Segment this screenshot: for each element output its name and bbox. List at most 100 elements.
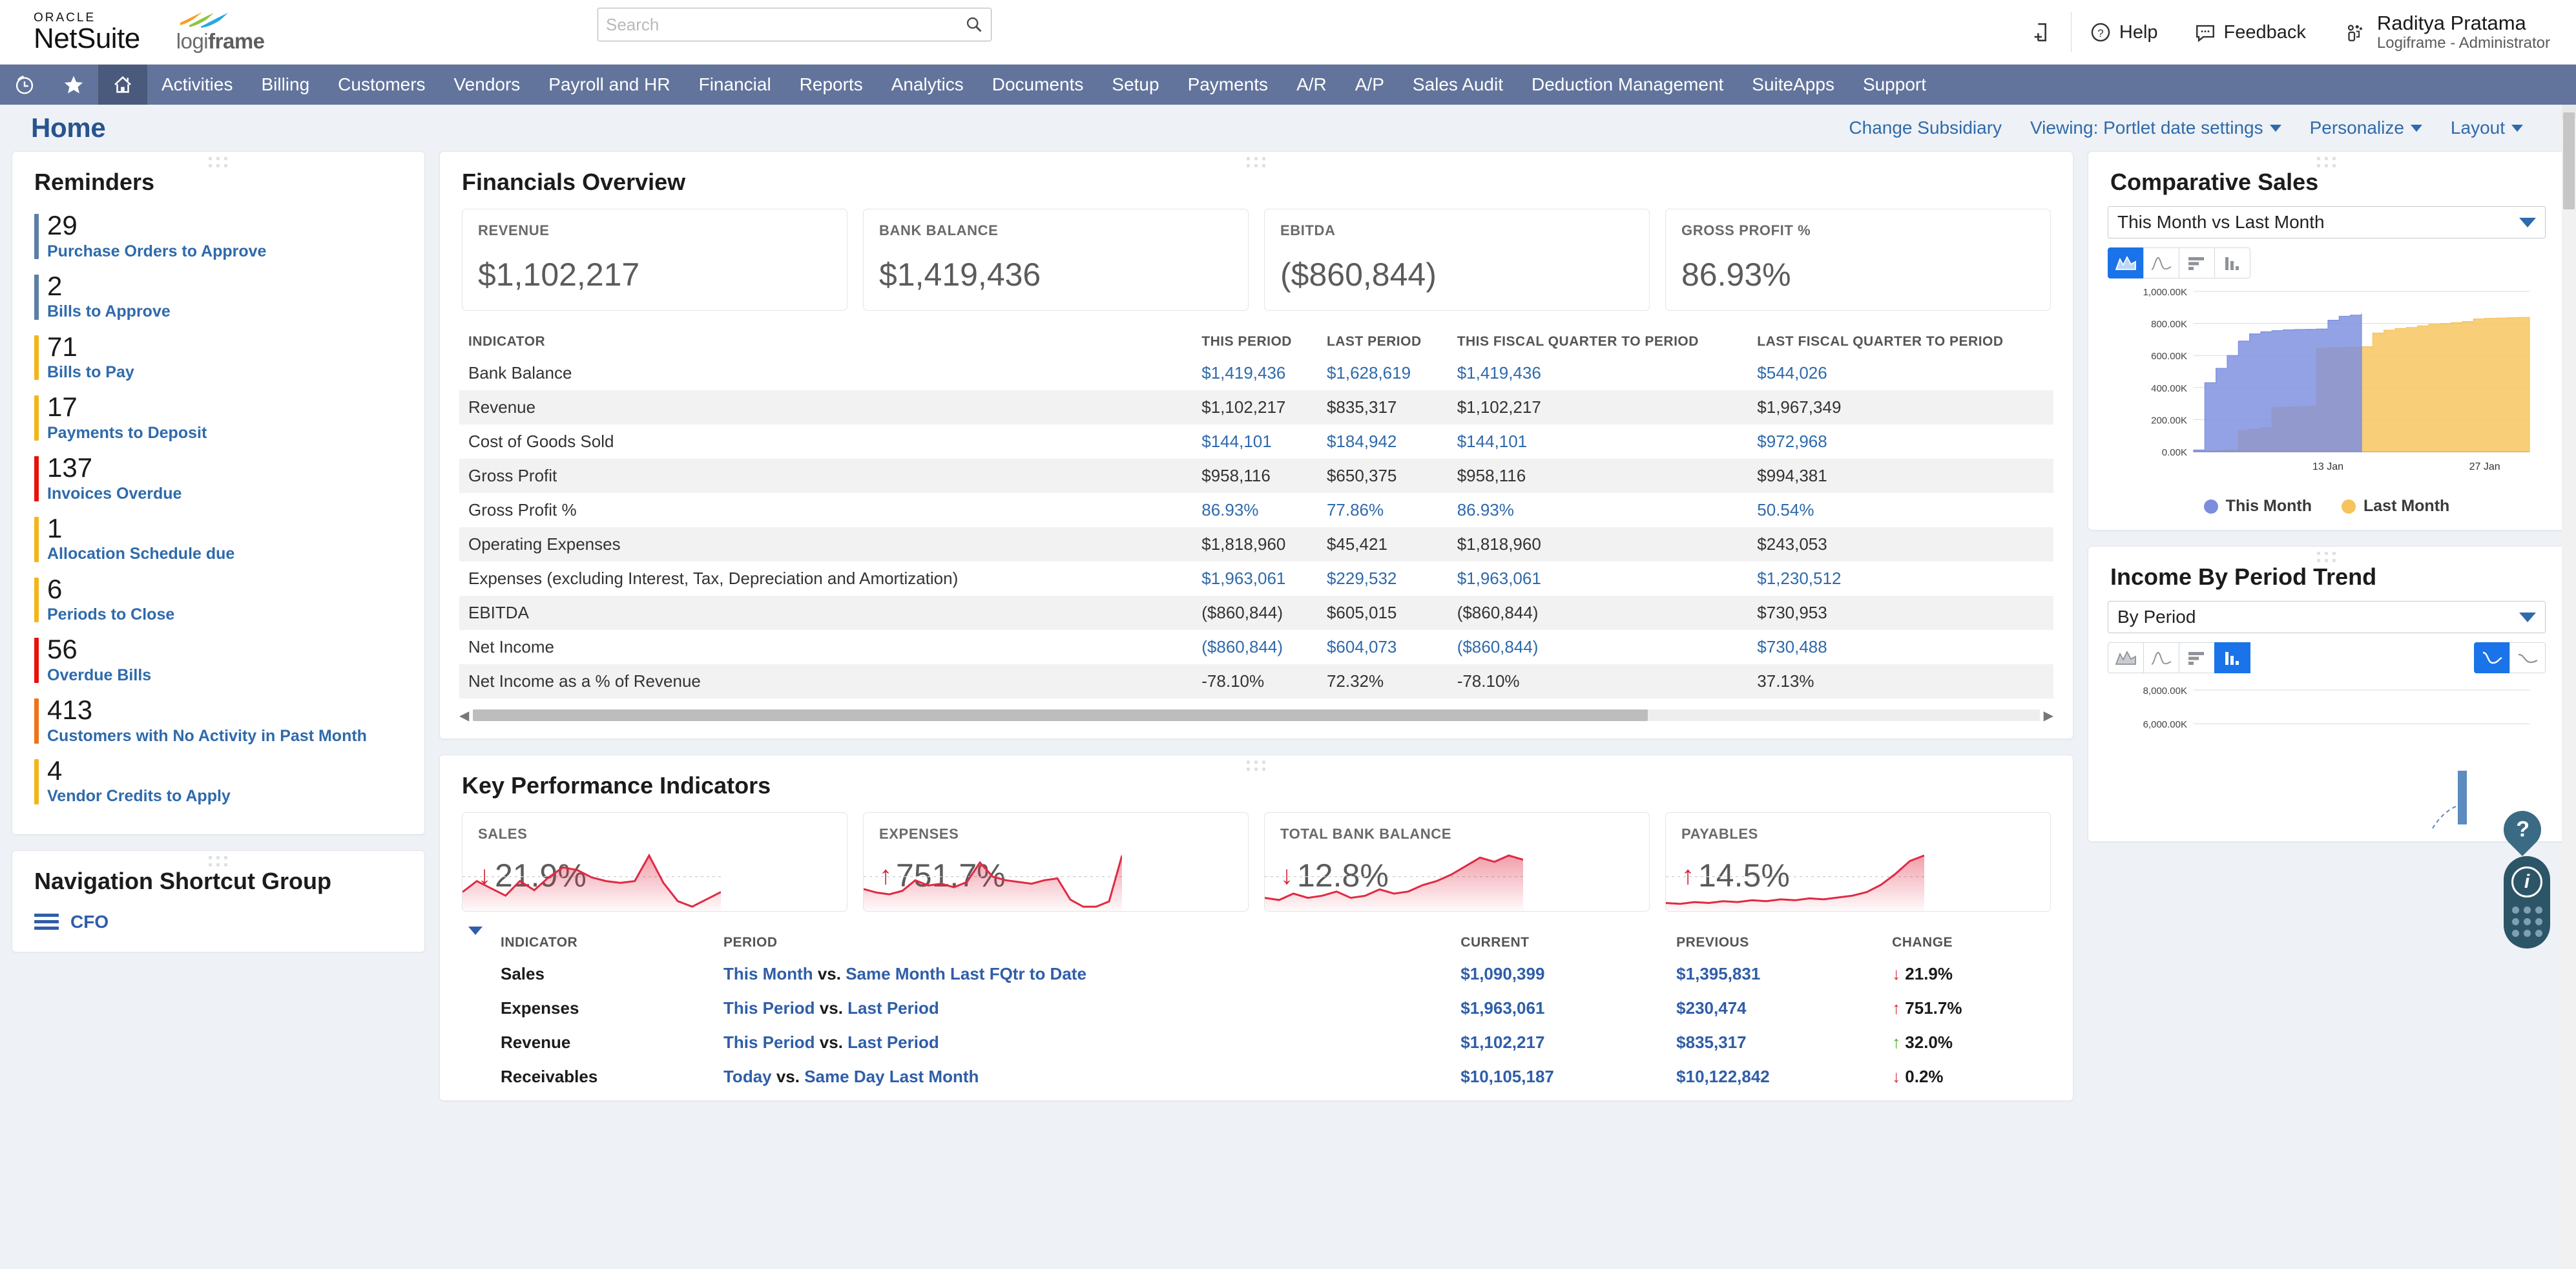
cell-this-fiscal-quarter[interactable]: ($860,844) xyxy=(1448,596,1749,630)
column-header[interactable]: THIS PERIOD xyxy=(1192,328,1318,356)
page-vertical-scrollbar[interactable] xyxy=(2562,105,2576,1269)
cell-this-fiscal-quarter[interactable]: $958,116 xyxy=(1448,459,1749,493)
cell-last-period[interactable]: $650,375 xyxy=(1318,459,1448,493)
reminder-label[interactable]: Payments to Deposit xyxy=(47,423,402,443)
header-link-layout[interactable]: Layout xyxy=(2436,118,2537,138)
column-header[interactable]: INDICATOR xyxy=(459,328,1192,356)
horizontal-bar-chart-icon[interactable] xyxy=(2179,247,2215,278)
cell-last-fiscal-quarter[interactable]: $730,953 xyxy=(1748,596,2053,630)
column-header[interactable]: PERIOD xyxy=(714,928,1451,957)
kpi-row-current[interactable]: $1,102,217 xyxy=(1451,1025,1667,1060)
drag-handle-icon[interactable] xyxy=(209,855,228,866)
cell-this-period[interactable]: -78.10% xyxy=(1192,664,1318,698)
nav-item-reports[interactable]: Reports xyxy=(785,65,877,105)
drag-handle-icon[interactable] xyxy=(209,157,228,167)
cell-last-period[interactable]: $45,421 xyxy=(1318,527,1448,561)
nav-item-suiteapps[interactable]: SuiteApps xyxy=(1738,65,1849,105)
comparative-sales-period-select[interactable]: This Month vs Last Month xyxy=(2108,206,2546,238)
cell-last-fiscal-quarter[interactable]: $972,968 xyxy=(1748,425,2053,459)
cell-this-fiscal-quarter[interactable]: 86.93% xyxy=(1448,493,1749,527)
column-chart-icon[interactable] xyxy=(2214,247,2250,278)
drag-handle-icon[interactable] xyxy=(2317,157,2336,167)
reminder-item[interactable]: 6 Periods to Close xyxy=(34,574,402,625)
sort-column-header[interactable] xyxy=(459,927,492,957)
shortcut-group-cfo[interactable]: CFO xyxy=(12,899,424,952)
smooth-curve-icon[interactable] xyxy=(2474,642,2510,673)
search-icon[interactable] xyxy=(965,16,983,34)
cell-last-period[interactable]: $604,073 xyxy=(1318,630,1448,664)
nav-item-payroll-and-hr[interactable]: Payroll and HR xyxy=(534,65,684,105)
cell-last-period[interactable]: $835,317 xyxy=(1318,390,1448,425)
cell-last-fiscal-quarter[interactable]: $1,230,512 xyxy=(1748,561,2053,596)
legend-item[interactable]: This Month xyxy=(2203,497,2312,516)
flat-curve-icon[interactable] xyxy=(2509,642,2546,673)
cell-last-period[interactable]: $184,942 xyxy=(1318,425,1448,459)
grid-menu-icon[interactable] xyxy=(2511,907,2542,937)
cell-last-fiscal-quarter[interactable]: $544,026 xyxy=(1748,356,2053,390)
reminder-item[interactable]: 56 Overdue Bills xyxy=(34,635,402,686)
period-link-b[interactable]: Last Period xyxy=(847,1033,939,1052)
nav-item-financial[interactable]: Financial xyxy=(685,65,785,105)
reminder-label[interactable]: Allocation Schedule due xyxy=(47,544,402,564)
period-link-a[interactable]: This Period xyxy=(723,1033,815,1052)
nav-item-documents[interactable]: Documents xyxy=(978,65,1098,105)
kpi-row-previous[interactable]: $835,317 xyxy=(1667,1025,1883,1060)
scroll-thumb[interactable] xyxy=(473,709,1648,721)
header-link-change-subsidiary[interactable]: Change Subsidiary xyxy=(1834,118,2016,138)
cell-this-period[interactable]: ($860,844) xyxy=(1192,630,1318,664)
cell-this-period[interactable]: $1,818,960 xyxy=(1192,527,1318,561)
cell-this-fiscal-quarter[interactable]: $1,419,436 xyxy=(1448,356,1749,390)
legend-item[interactable]: Last Month xyxy=(2341,497,2449,516)
kpi-row-period[interactable]: Today vs. Same Day Last Month xyxy=(714,1060,1451,1094)
drag-handle-icon[interactable] xyxy=(2317,552,2336,562)
header-link-viewing-portlet-date-settings[interactable]: Viewing: Portlet date settings xyxy=(2016,118,2296,138)
reminder-item[interactable]: 29 Purchase Orders to Approve xyxy=(34,211,402,262)
cell-last-fiscal-quarter[interactable]: $994,381 xyxy=(1748,459,2053,493)
cell-this-period[interactable]: ($860,844) xyxy=(1192,596,1318,630)
shortcut-add-button[interactable] xyxy=(2013,21,2071,43)
cell-this-period[interactable]: $958,116 xyxy=(1192,459,1318,493)
area-chart-icon[interactable] xyxy=(2108,642,2144,673)
column-header[interactable]: LAST PERIOD xyxy=(1318,328,1448,356)
nav-item-billing[interactable]: Billing xyxy=(247,65,324,105)
period-link-b[interactable]: Same Day Last Month xyxy=(804,1067,979,1086)
column-header[interactable]: THIS FISCAL QUARTER TO PERIOD xyxy=(1448,328,1749,356)
info-panel-launcher[interactable]: i xyxy=(2504,856,2550,949)
search-input[interactable] xyxy=(606,14,965,35)
reminder-item[interactable]: 17 Payments to Deposit xyxy=(34,393,402,443)
cell-last-fiscal-quarter[interactable]: 50.54% xyxy=(1748,493,2053,527)
reminder-label[interactable]: Vendor Credits to Apply xyxy=(47,786,402,806)
cell-this-period[interactable]: $1,963,061 xyxy=(1192,561,1318,596)
header-link-personalize[interactable]: Personalize xyxy=(2296,118,2436,138)
cell-last-period[interactable]: 77.86% xyxy=(1318,493,1448,527)
user-menu[interactable]: Raditya Pratama Logiframe - Administrato… xyxy=(2324,12,2550,52)
line-chart-icon[interactable] xyxy=(2143,247,2179,278)
global-search[interactable] xyxy=(597,8,992,41)
period-link-a[interactable]: This Period xyxy=(723,998,815,1018)
kpi-card[interactable]: TOTAL BANK BALANCE ↓ 12.8% xyxy=(1264,812,1650,912)
kpi-row-current[interactable]: $1,090,399 xyxy=(1451,957,1667,991)
reminder-label[interactable]: Periods to Close xyxy=(47,605,402,625)
financial-kpi-card[interactable]: BANK BALANCE $1,419,436 xyxy=(863,209,1249,311)
financial-kpi-card[interactable]: REVENUE $1,102,217 xyxy=(462,209,847,311)
cell-this-period[interactable]: $1,419,436 xyxy=(1192,356,1318,390)
horizontal-bar-chart-icon[interactable] xyxy=(2179,642,2215,673)
nav-item-support[interactable]: Support xyxy=(1849,65,1940,105)
scroll-left-icon[interactable]: ◀ xyxy=(459,708,469,724)
cell-this-period[interactable]: $1,102,217 xyxy=(1192,390,1318,425)
kpi-card[interactable]: SALES ↓ 21.9% xyxy=(462,812,847,912)
scroll-thumb[interactable] xyxy=(2563,112,2575,209)
reminder-item[interactable]: 71 Bills to Pay xyxy=(34,332,402,383)
kpi-row-previous[interactable]: $10,122,842 xyxy=(1667,1060,1883,1094)
reminder-label[interactable]: Bills to Pay xyxy=(47,362,402,383)
cell-last-period[interactable]: $1,628,619 xyxy=(1318,356,1448,390)
recent-records-button[interactable] xyxy=(0,65,49,105)
reminder-label[interactable]: Invoices Overdue xyxy=(47,484,402,504)
cell-this-fiscal-quarter[interactable]: $1,102,217 xyxy=(1448,390,1749,425)
nav-item-customers[interactable]: Customers xyxy=(324,65,439,105)
column-header[interactable]: INDICATOR xyxy=(492,928,714,957)
nav-item-setup[interactable]: Setup xyxy=(1097,65,1173,105)
column-header[interactable]: CHANGE xyxy=(1883,928,2053,957)
period-link-a[interactable]: Today xyxy=(723,1067,772,1086)
cell-this-fiscal-quarter[interactable]: $1,818,960 xyxy=(1448,527,1749,561)
